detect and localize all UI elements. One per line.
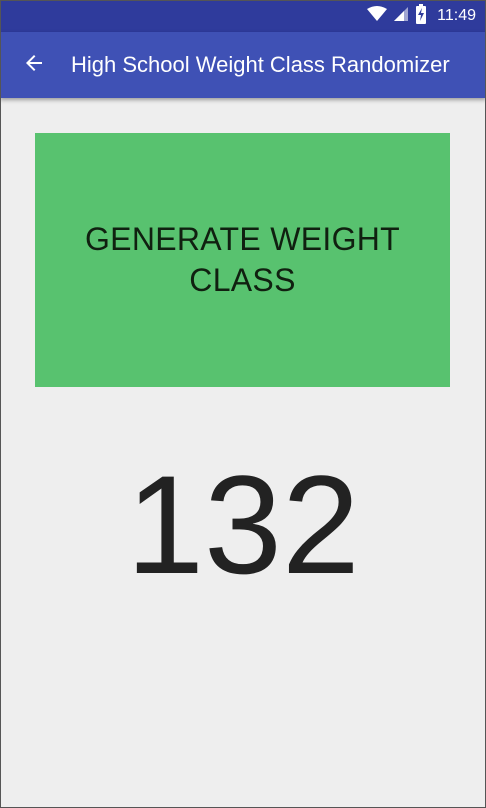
- page-title: High School Weight Class Randomizer: [71, 52, 450, 77]
- back-button[interactable]: [12, 43, 56, 87]
- status-bar: 11:49: [0, 0, 486, 32]
- generate-weight-class-button[interactable]: GENERATE WEIGHT CLASS: [35, 133, 450, 387]
- weight-class-result: 132: [126, 446, 360, 603]
- arrow-back-icon: [22, 51, 46, 80]
- app-bar: High School Weight Class Randomizer: [0, 32, 486, 98]
- status-time: 11:49: [437, 7, 476, 24]
- window-frame: [0, 0, 486, 808]
- generate-button-label: GENERATE WEIGHT CLASS: [84, 221, 401, 298]
- battery-charging-icon: [415, 3, 427, 29]
- wifi-icon: [367, 5, 388, 27]
- status-icons: 11:49: [367, 0, 476, 32]
- cellular-signal-icon: [393, 6, 409, 27]
